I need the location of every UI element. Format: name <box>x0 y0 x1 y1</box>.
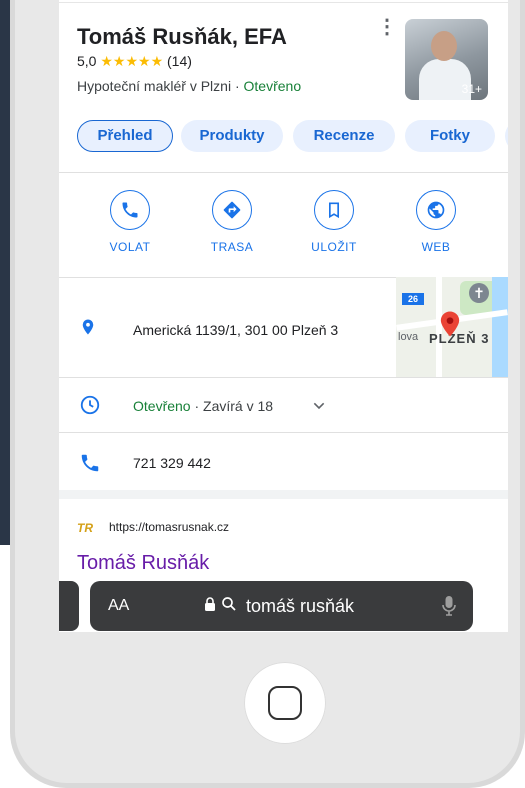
open-status: Otevřeno <box>243 78 302 94</box>
tab-overview[interactable]: Přehled <box>77 120 173 152</box>
business-category: Hypoteční makléř v Plzni <box>77 78 232 94</box>
browser-screen: Tomáš Rusňák, EFA ⋮ 31+ 5,0 ★★★★★ (14) H… <box>59 0 508 632</box>
tab-photos[interactable]: Fotky <box>405 120 495 152</box>
map-street-label: lova <box>398 331 419 343</box>
call-icon-circle <box>110 190 150 230</box>
section-gap <box>59 490 508 499</box>
divider <box>59 432 508 433</box>
search-icon <box>222 597 236 611</box>
map-thumbnail[interactable]: 26 ✝ lova PLZEŇ 3 <box>396 277 508 377</box>
website-label: WEB <box>421 240 451 254</box>
divider <box>59 172 508 173</box>
text-size-button[interactable]: AA <box>108 597 129 615</box>
clock-icon <box>80 395 100 415</box>
globe-icon <box>427 201 445 219</box>
home-button[interactable] <box>244 662 326 744</box>
result-title-link[interactable]: Tomáš Rusňák <box>77 552 209 575</box>
home-square-icon <box>268 686 302 720</box>
phone-bezel: Tomáš Rusňák, EFA ⋮ 31+ 5,0 ★★★★★ (14) H… <box>15 0 520 783</box>
result-url[interactable]: https://tomasrusnak.cz <box>109 520 229 534</box>
directions-label: TRASA <box>210 240 254 254</box>
website-icon-circle <box>416 190 456 230</box>
phone-number[interactable]: 721 329 442 <box>133 455 211 471</box>
save-button[interactable]: ULOŽIT <box>299 190 369 254</box>
hours-status: Otevřeno <box>133 398 191 414</box>
directions-icon-circle <box>212 190 252 230</box>
business-name: Tomáš Rusňák, EFA <box>77 24 287 49</box>
tab-products[interactable]: Produkty <box>181 120 283 152</box>
bookmark-icon <box>329 202 339 219</box>
business-photo[interactable]: 31+ <box>405 19 488 100</box>
top-strip <box>59 0 508 3</box>
call-button[interactable]: VOLAT <box>95 190 165 254</box>
review-count: (14) <box>167 53 192 69</box>
map-water <box>492 277 508 377</box>
divider <box>59 377 508 378</box>
closing-time: Zavírá v 18 <box>203 398 274 414</box>
address-bar[interactable]: AA tomáš rusňák <box>90 581 473 631</box>
phone-frame: Tomáš Rusňák, EFA ⋮ 31+ 5,0 ★★★★★ (14) H… <box>10 0 525 788</box>
phone-icon <box>81 454 99 472</box>
lock-icon <box>205 597 215 611</box>
hours-line[interactable]: Otevřeno · Zavírá v 18 <box>133 398 273 414</box>
road-number-shield: 26 <box>402 293 424 305</box>
star-rating: ★★★★★ <box>100 53 164 69</box>
photo-face <box>431 31 457 61</box>
search-query[interactable]: tomáš rusňák <box>246 596 354 617</box>
separator-dot: · <box>234 78 240 94</box>
map-pin-icon <box>440 311 460 337</box>
category-line: Hypoteční makléř v Plzni · Otevřeno <box>77 78 301 94</box>
site-favicon: TR <box>77 521 93 535</box>
separator-dot: · <box>194 398 200 414</box>
website-button[interactable]: WEB <box>401 190 471 254</box>
rating-value: 5,0 <box>77 53 97 69</box>
directions-icon <box>223 201 241 219</box>
tab-next[interactable] <box>505 120 508 152</box>
directions-button[interactable]: TRASA <box>197 190 267 254</box>
church-icon: ✝ <box>469 283 489 303</box>
microphone-icon[interactable] <box>442 595 456 617</box>
previous-tab-edge[interactable] <box>59 581 79 631</box>
tab-reviews[interactable]: Recenze <box>293 120 395 152</box>
chevron-down-icon[interactable] <box>311 398 327 414</box>
save-label: ULOŽIT <box>311 240 357 254</box>
rating-line[interactable]: 5,0 ★★★★★ (14) <box>77 53 192 70</box>
call-label: VOLAT <box>109 240 151 254</box>
more-options-icon[interactable]: ⋮ <box>377 17 397 40</box>
save-icon-circle <box>314 190 354 230</box>
phone-icon <box>122 202 138 218</box>
address-text[interactable]: Americká 1139/1, 301 00 Plzeň 3 <box>133 322 338 338</box>
photo-count: 31+ <box>461 82 482 96</box>
location-pin-icon <box>82 319 94 335</box>
